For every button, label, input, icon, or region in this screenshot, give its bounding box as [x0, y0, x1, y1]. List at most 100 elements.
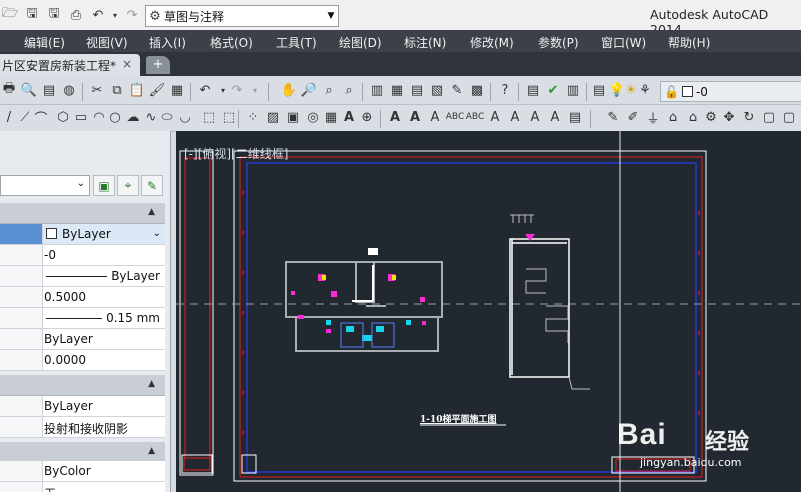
prop-row-lineweight[interactable]: 0.15 mm — [0, 308, 165, 329]
redo-toolbar-dropdown-icon[interactable]: ▾ — [246, 81, 264, 99]
hatch-icon[interactable]: ▨ — [264, 108, 282, 126]
menu-help[interactable]: 帮助(H) — [668, 34, 710, 51]
section-general[interactable]: ▲ — [0, 203, 165, 224]
plot-icon[interactable]: 🖶 — [0, 81, 18, 99]
make-block-icon[interactable]: ⬚ — [220, 108, 238, 126]
plot-preview-icon[interactable]: 🔍 — [20, 81, 38, 99]
text-align-icon[interactable]: ▤ — [566, 108, 584, 126]
menu-modify[interactable]: 修改(M) — [470, 34, 514, 51]
point-icon[interactable]: ⁘ — [244, 108, 262, 126]
block-editor-icon[interactable]: ▦ — [168, 81, 186, 99]
undo-dropdown-icon[interactable]: ▾ — [110, 5, 120, 25]
redo-toolbar-icon[interactable]: ↷ — [228, 81, 246, 99]
gradient-icon[interactable]: ▣ — [284, 108, 302, 126]
region-icon[interactable]: ◎ — [304, 108, 322, 126]
spell-check-icon[interactable]: ABC — [466, 108, 484, 126]
copy-object-icon[interactable]: ✐ — [624, 108, 642, 126]
text-justify-icon[interactable]: A — [506, 108, 524, 126]
select-objects-button[interactable]: ⌖ — [117, 175, 139, 196]
mirror-icon[interactable]: ⏚ — [644, 108, 662, 127]
redo-icon[interactable]: ↷ — [122, 5, 142, 25]
menu-tools[interactable]: 工具(T) — [276, 34, 317, 51]
menu-parameter[interactable]: 参数(P) — [538, 34, 579, 51]
erase-icon[interactable]: ✎ — [604, 108, 622, 126]
menu-edit[interactable]: 编辑(E) — [24, 34, 65, 51]
zoom-previous-icon[interactable]: ⌕ — [340, 81, 358, 99]
toggle-pickadd-button[interactable]: ▣ — [93, 175, 115, 196]
tool-palettes-icon[interactable]: ▤ — [408, 81, 426, 99]
section-3d-effects[interactable]: ▲ — [0, 375, 165, 396]
polyline-icon[interactable]: ⌒ — [32, 108, 50, 127]
array-icon[interactable]: ⌂ — [684, 108, 702, 126]
open-file-icon[interactable]: 🗁 — [0, 5, 20, 25]
menu-insert[interactable]: 插入(I) — [149, 34, 186, 51]
quick-select-button[interactable]: ✎ — [141, 175, 163, 196]
menu-view[interactable]: 视图(V) — [86, 34, 128, 51]
undo-toolbar-icon[interactable]: ↶ — [196, 81, 214, 99]
workspace-select[interactable]: ⚙ 草图与注释 ▼ — [145, 5, 339, 27]
layer-properties-icon[interactable]: ▤ — [524, 81, 542, 99]
save-as-icon[interactable]: 🖫 — [44, 5, 64, 25]
prop-row-transparency[interactable]: ByLayer — [0, 329, 165, 350]
zoom-realtime-icon[interactable]: 🔎 — [300, 81, 318, 99]
stretch-icon[interactable]: ▢ — [780, 108, 798, 126]
revision-cloud-icon[interactable]: ☁ — [124, 108, 142, 126]
chevron-down-icon[interactable]: ⌄ — [153, 228, 161, 239]
new-tab-button[interactable]: + — [146, 56, 170, 74]
help-icon[interactable]: ? — [496, 81, 514, 99]
cut-icon[interactable]: ✂ — [88, 81, 106, 99]
pan-icon[interactable]: ✋ — [280, 81, 298, 99]
text-edit-icon[interactable]: A — [406, 108, 424, 126]
layer-select[interactable]: 🔓 -0 — [660, 81, 801, 102]
text-frame-icon[interactable]: A — [526, 108, 544, 126]
circle-icon[interactable]: ○ — [106, 108, 124, 126]
prop-row-color[interactable]: ByLayer ⌄ — [0, 224, 165, 245]
insert-block-icon[interactable]: ⬚ — [200, 108, 218, 126]
text-style-icon[interactable]: A — [386, 108, 404, 126]
prop-row-layer[interactable]: -0 — [0, 245, 165, 266]
checkmark-icon[interactable]: ✔ — [544, 81, 562, 99]
offset-icon[interactable]: ⌂ — [664, 108, 682, 126]
print-icon[interactable]: ⎙ — [66, 5, 86, 25]
match-properties-icon[interactable]: 🖌 — [148, 81, 166, 99]
scale-icon[interactable]: ▢ — [760, 108, 778, 126]
section-plot-style[interactable]: ▲ — [0, 442, 165, 463]
prop-row-linetype[interactable]: ByLayer — [0, 266, 165, 287]
menu-dimension[interactable]: 标注(N) — [404, 34, 446, 51]
menu-window[interactable]: 窗口(W) — [601, 34, 646, 51]
prop-row-shadow[interactable]: 投射和接收阴影 — [0, 417, 165, 438]
prop-row-extra[interactable]: 无 — [0, 482, 165, 492]
menu-draw[interactable]: 绘图(D) — [339, 34, 382, 51]
close-icon[interactable]: × — [122, 57, 132, 71]
3d-dwf-icon[interactable]: ◍ — [60, 81, 78, 99]
array-path-icon[interactable]: ⚙ — [702, 108, 720, 126]
find-replace-icon[interactable]: ABC — [446, 108, 464, 126]
sheet-set-icon[interactable]: ▧ — [428, 81, 446, 99]
viewport-label[interactable]: [-][俯视][二维线框] — [184, 145, 288, 162]
rotate-icon[interactable]: ↻ — [740, 108, 758, 126]
properties-icon[interactable]: ▥ — [368, 81, 386, 99]
table-icon[interactable]: ▦ — [322, 108, 340, 126]
save-icon[interactable]: 🖫 — [22, 5, 42, 25]
prop-row-thickness[interactable]: 0.0000 — [0, 350, 165, 371]
paste-icon[interactable]: 📋 — [128, 81, 146, 99]
markup-icon[interactable]: ✎ — [448, 81, 466, 99]
ellipse-arc-icon[interactable]: ◡ — [176, 108, 194, 126]
convert-distance-icon[interactable]: A — [546, 108, 564, 126]
rectangle-icon[interactable]: ▭ — [72, 108, 90, 126]
text-scale-icon[interactable]: A — [486, 108, 504, 126]
find-icon[interactable]: A — [426, 108, 444, 126]
publish-icon[interactable]: ▤ — [40, 81, 58, 99]
layer-states-icon[interactable]: ▤ — [590, 81, 608, 99]
layer-state-icon[interactable]: ▥ — [564, 81, 582, 99]
menu-format[interactable]: 格式(O) — [210, 34, 253, 51]
zoom-window-icon[interactable]: ⌕ — [320, 81, 338, 99]
viewport-freeze-icon[interactable]: ⚘ — [636, 81, 654, 99]
polygon-icon[interactable]: ⬡ — [54, 108, 72, 126]
tab-document[interactable]: 片区安置房新装工程* × — [0, 54, 140, 76]
calculator-icon[interactable]: ▩ — [468, 81, 486, 99]
prop-row-linetype-scale[interactable]: 0.5000 — [0, 287, 165, 308]
copy-icon[interactable]: ⧉ — [108, 81, 126, 99]
move-icon[interactable]: ✥ — [720, 108, 738, 126]
undo-icon[interactable]: ↶ — [88, 5, 108, 25]
